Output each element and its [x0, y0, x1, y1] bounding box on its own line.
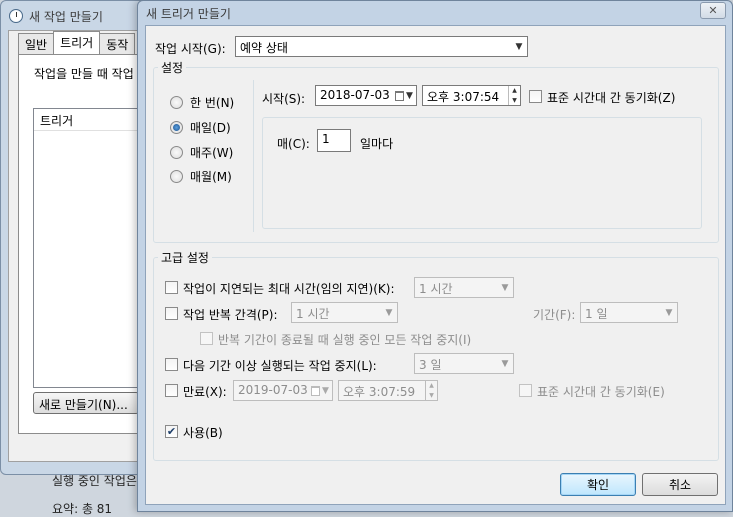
start-date-picker[interactable]: 2018-07-03 ▼	[315, 85, 417, 106]
settings-group-label: 설정	[158, 59, 187, 76]
start-label: 시작(S):	[262, 92, 306, 106]
calendar-icon	[395, 90, 404, 101]
trigger-list[interactable]: 트리거	[33, 108, 143, 388]
chevron-down-icon: ▼	[501, 358, 509, 369]
sync-timezone-checkbox[interactable]	[529, 90, 542, 103]
background-description: 작업을 만들 때 작업	[34, 67, 134, 81]
repeat-interval-select[interactable]: 1 시간 ▼	[291, 302, 398, 323]
delay-checkbox[interactable]	[165, 281, 178, 294]
stop-longer-label: 다음 기간 이상 실행되는 작업 중지(L):	[183, 359, 377, 373]
expire-date-value: 2019-07-03	[238, 383, 308, 397]
new-trigger-button[interactable]: 새로 만들기(N)...	[33, 392, 139, 414]
spinner-down-icon: ▼	[512, 96, 517, 104]
spinner-up-icon: ▲	[429, 382, 434, 390]
spinner-down-icon: ▼	[429, 391, 434, 399]
expire-sync-checkbox[interactable]	[519, 384, 532, 397]
radio-icon	[170, 146, 183, 159]
radio-daily[interactable]: 매일(D)	[170, 119, 231, 136]
radio-weekly-label: 매주(W)	[190, 146, 234, 160]
running-tasks-text: 실행 중인 작업은	[52, 474, 137, 488]
radio-monthly-label: 매월(M)	[190, 170, 232, 184]
recur-input[interactable]: 1	[317, 129, 351, 152]
spinner-up-icon: ▲	[512, 87, 517, 95]
stop-longer-value: 3 일	[419, 358, 442, 372]
enabled-checkbox[interactable]: ✔	[165, 425, 178, 438]
repeat-label: 작업 반복 간격(P):	[183, 308, 278, 322]
delay-select[interactable]: 1 시간 ▼	[414, 277, 514, 298]
radio-weekly[interactable]: 매주(W)	[170, 144, 233, 161]
new-trigger-dialog: 새 트리거 만들기 ✕ 작업 시작(G): 예약 상태 ▼ 설정 한 번(N) …	[137, 0, 733, 512]
chevron-down-icon: ▼	[385, 307, 393, 318]
expire-time-input[interactable]: 오후 3:07:59 ▲ ▼	[338, 380, 438, 401]
background-window-title: 새 작업 만들기	[9, 7, 103, 25]
recur-unit: 일마다	[360, 137, 394, 151]
radio-daily-label: 매일(D)	[190, 121, 231, 135]
ok-button[interactable]: 확인	[560, 473, 636, 496]
radio-once-label: 한 번(N)	[190, 96, 235, 110]
clock-icon	[9, 9, 23, 23]
delay-value: 1 시간	[419, 282, 453, 296]
radio-icon	[170, 96, 183, 109]
repeat-value: 1 시간	[296, 307, 330, 321]
background-window-title-text: 새 작업 만들기	[29, 9, 103, 24]
expire-time-value: 오후 3:07:59	[343, 385, 416, 399]
tab-triggers[interactable]: 트리거	[53, 31, 101, 56]
dialog-title: 새 트리거 만들기	[146, 7, 231, 21]
duration-value: 1 일	[585, 307, 608, 321]
start-task-label: 작업 시작(G):	[155, 42, 226, 56]
duration-select[interactable]: 1 일 ▼	[580, 302, 678, 323]
expire-label: 만료(X):	[183, 385, 227, 399]
trigger-list-header[interactable]: 트리거	[34, 109, 142, 131]
expire-date-picker[interactable]: 2019-07-03 ▼	[233, 380, 333, 401]
start-time-spinner[interactable]: ▲ ▼	[508, 86, 520, 105]
calendar-dropdown-button[interactable]: ▼	[311, 382, 331, 399]
chevron-down-icon: ▼	[501, 282, 509, 293]
dialog-client-area: 작업 시작(G): 예약 상태 ▼ 설정 한 번(N) 매일(D) 매주(W) …	[145, 25, 726, 505]
radio-icon	[170, 170, 183, 183]
start-task-value: 예약 상태	[240, 41, 288, 55]
radio-monthly[interactable]: 매월(M)	[170, 168, 232, 185]
expire-checkbox[interactable]	[165, 384, 178, 397]
recur-value: 1	[322, 132, 330, 146]
close-button[interactable]: ✕	[700, 2, 726, 19]
repeat-checkbox[interactable]	[165, 307, 178, 320]
stop-longer-checkbox[interactable]	[165, 358, 178, 371]
settings-divider	[253, 80, 254, 232]
recur-label: 매(C):	[277, 137, 310, 151]
delay-label: 작업이 지연되는 최대 시간(임의 지연)(K):	[183, 282, 395, 296]
start-time-value: 오후 3:07:54	[427, 90, 500, 104]
close-icon: ✕	[708, 4, 718, 17]
checkmark-icon: ✔	[166, 425, 177, 438]
summary-text: 요약: 총 81	[52, 502, 113, 516]
calendar-dropdown-button[interactable]: ▼	[395, 87, 415, 104]
start-date-value: 2018-07-03	[320, 88, 390, 102]
duration-label: 기간(F):	[533, 308, 576, 322]
cancel-button[interactable]: 취소	[642, 473, 718, 496]
radio-checked-icon	[170, 121, 183, 134]
calendar-icon	[311, 385, 320, 396]
chevron-down-icon: ▼	[515, 41, 523, 52]
chevron-down-icon: ▼	[665, 307, 673, 318]
stop-longer-select[interactable]: 3 일 ▼	[414, 353, 514, 374]
advanced-settings-label: 고급 설정	[158, 249, 212, 266]
enabled-label: 사용(B)	[183, 426, 223, 440]
start-time-input[interactable]: 오후 3:07:54 ▲ ▼	[422, 85, 521, 106]
expire-time-spinner[interactable]: ▲ ▼	[425, 381, 437, 400]
expire-sync-label: 표준 시간대 간 동기화(E)	[537, 385, 665, 399]
radio-once[interactable]: 한 번(N)	[170, 94, 234, 111]
stop-all-label: 반복 기간이 종료될 때 실행 중인 모든 작업 중지(I)	[218, 333, 472, 347]
sync-timezone-label: 표준 시간대 간 동기화(Z)	[547, 91, 676, 105]
stop-all-checkbox[interactable]	[200, 332, 213, 345]
start-task-select[interactable]: 예약 상태 ▼	[235, 36, 528, 57]
